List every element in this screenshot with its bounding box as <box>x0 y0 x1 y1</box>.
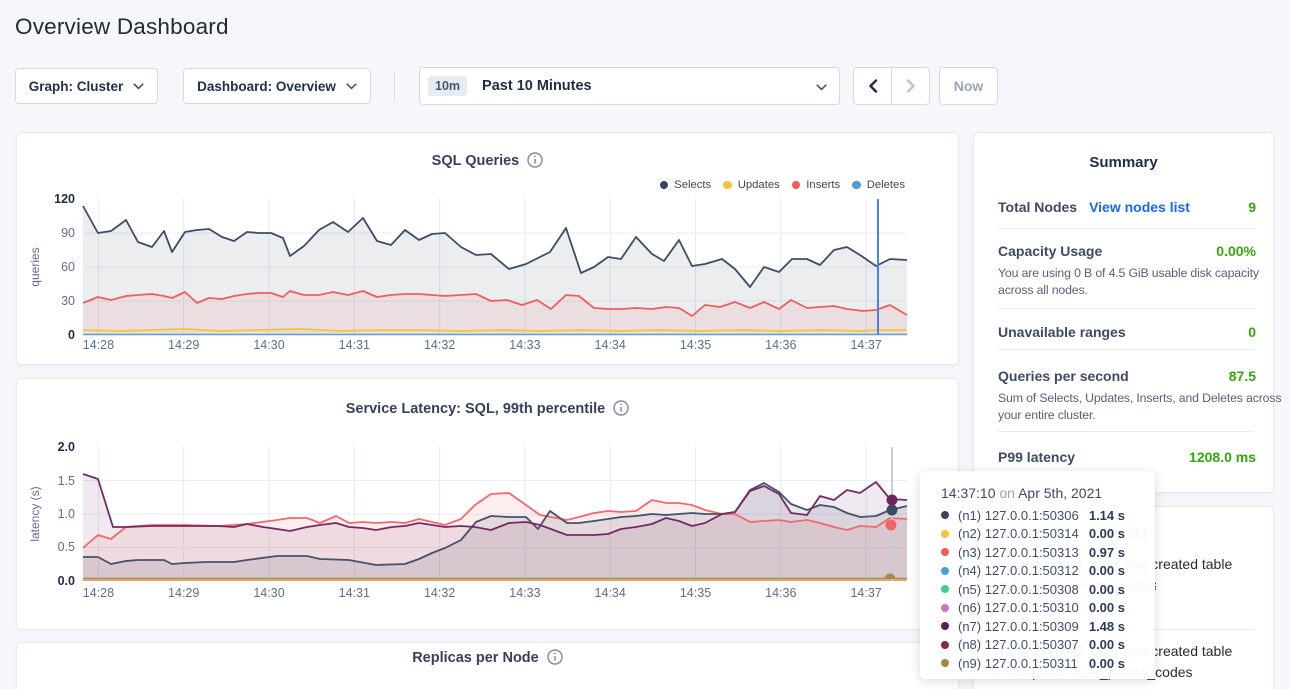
svg-text:120: 120 <box>54 192 75 206</box>
svg-text:30: 30 <box>61 294 75 308</box>
svg-text:14:30: 14:30 <box>253 338 284 352</box>
svg-text:14:28: 14:28 <box>83 586 114 600</box>
svg-text:90: 90 <box>61 226 75 240</box>
svg-text:14:33: 14:33 <box>509 586 540 600</box>
svg-text:14:29: 14:29 <box>168 338 199 352</box>
svg-text:14:32: 14:32 <box>424 338 455 352</box>
svg-text:1.0: 1.0 <box>58 507 75 521</box>
svg-text:60: 60 <box>61 260 75 274</box>
svg-text:2.0: 2.0 <box>58 440 75 454</box>
svg-text:queries: queries <box>28 247 42 286</box>
svg-text:14:35: 14:35 <box>680 586 711 600</box>
svg-text:14:36: 14:36 <box>765 338 796 352</box>
svg-text:14:30: 14:30 <box>253 586 284 600</box>
svg-text:14:37: 14:37 <box>850 586 881 600</box>
svg-text:14:36: 14:36 <box>765 586 796 600</box>
svg-text:14:34: 14:34 <box>595 586 626 600</box>
svg-text:14:28: 14:28 <box>83 338 114 352</box>
svg-text:0: 0 <box>68 328 75 342</box>
svg-text:0.5: 0.5 <box>58 540 75 554</box>
svg-text:14:37: 14:37 <box>850 338 881 352</box>
svg-text:14:33: 14:33 <box>509 338 540 352</box>
svg-text:14:29: 14:29 <box>168 586 199 600</box>
svg-text:14:32: 14:32 <box>424 586 455 600</box>
svg-text:14:35: 14:35 <box>680 338 711 352</box>
svg-text:14:31: 14:31 <box>339 586 370 600</box>
svg-text:14:34: 14:34 <box>595 338 626 352</box>
svg-text:1.5: 1.5 <box>58 474 75 488</box>
svg-text:0.0: 0.0 <box>58 574 75 588</box>
svg-text:latency (s): latency (s) <box>28 486 42 541</box>
svg-text:14:31: 14:31 <box>339 338 370 352</box>
